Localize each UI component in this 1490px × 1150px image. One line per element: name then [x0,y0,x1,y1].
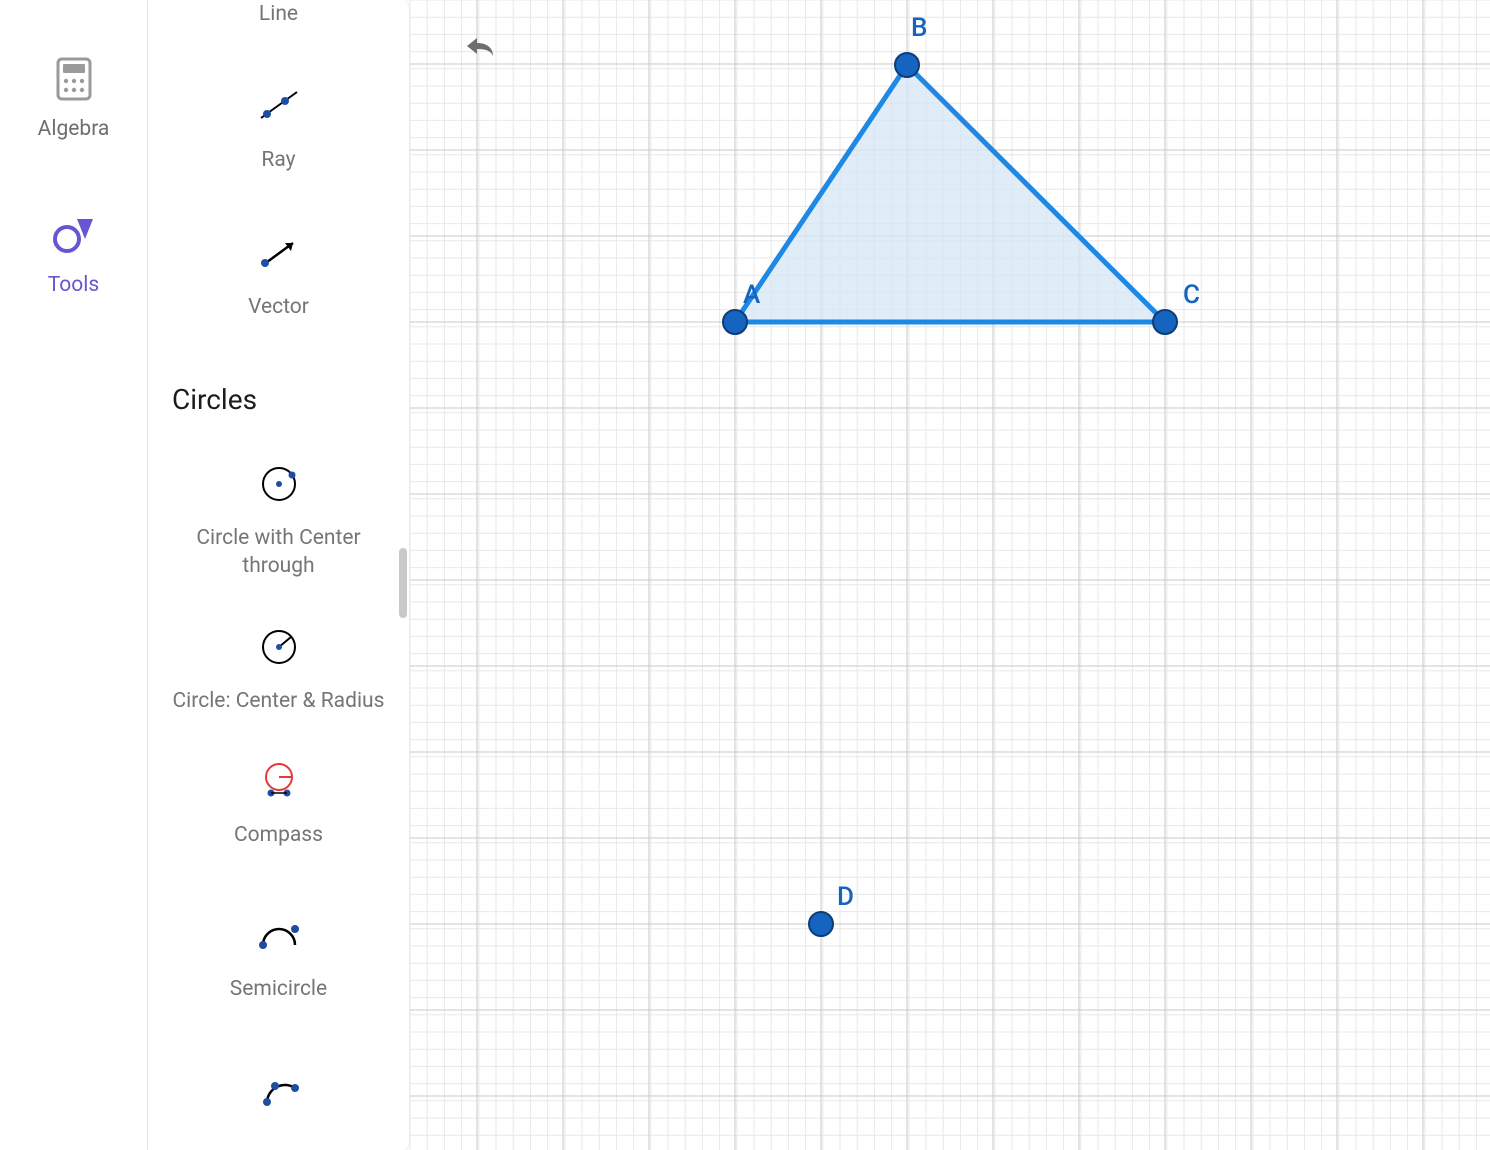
compass-icon [251,753,307,809]
nav-label-tools: Tools [48,273,99,297]
point-A[interactable] [723,310,747,334]
nav-item-algebra[interactable]: Algebra [38,55,110,141]
tool-circle-center-radius-label: Circle: Center & Radius [173,687,385,715]
tool-panel: Line Ray Vector Circles [148,0,410,1150]
circular-arc-icon [251,1062,307,1118]
tool-line[interactable]: Line [158,0,399,28]
tool-line-label: Line [259,0,298,28]
tool-ray-label: Ray [261,146,295,174]
point-C[interactable] [1153,310,1177,334]
nav-item-tools[interactable]: Tools [48,211,99,297]
toolpanel-scrollbar-thumb[interactable] [399,548,407,618]
left-nav: Algebra Tools [0,0,148,1150]
calculator-icon [50,55,98,103]
canvas-area[interactable]: A B C D [410,0,1490,1150]
point-D[interactable] [809,912,833,936]
undo-button[interactable] [457,30,501,74]
geometry-canvas[interactable] [410,0,1490,1150]
tool-circle-center-through[interactable]: Circle with Center through [158,456,399,581]
circle-center-radius-icon [251,619,307,675]
tool-circular-arc[interactable] [158,1062,399,1130]
tool-compass-label: Compass [234,821,323,849]
tool-circle-center-radius[interactable]: Circle: Center & Radius [158,619,399,715]
section-header-circles: Circles [172,383,399,416]
app-root: Algebra Tools Line Ray [0,0,1490,1150]
tool-circle-center-through-label: Circle with Center through [158,524,399,581]
tools-icon [49,211,97,259]
semicircle-icon [251,907,307,963]
circle-center-through-icon [251,456,307,512]
tool-semicircle[interactable]: Semicircle [158,907,399,1003]
tool-vector-label: Vector [248,293,309,321]
vector-icon [251,225,307,281]
tool-compass[interactable]: Compass [158,753,399,849]
tool-semicircle-label: Semicircle [230,975,327,1003]
tool-ray[interactable]: Ray [158,78,399,174]
ray-icon [251,78,307,134]
tool-vector[interactable]: Vector [158,225,399,321]
nav-label-algebra: Algebra [38,117,110,141]
point-B[interactable] [895,53,919,77]
